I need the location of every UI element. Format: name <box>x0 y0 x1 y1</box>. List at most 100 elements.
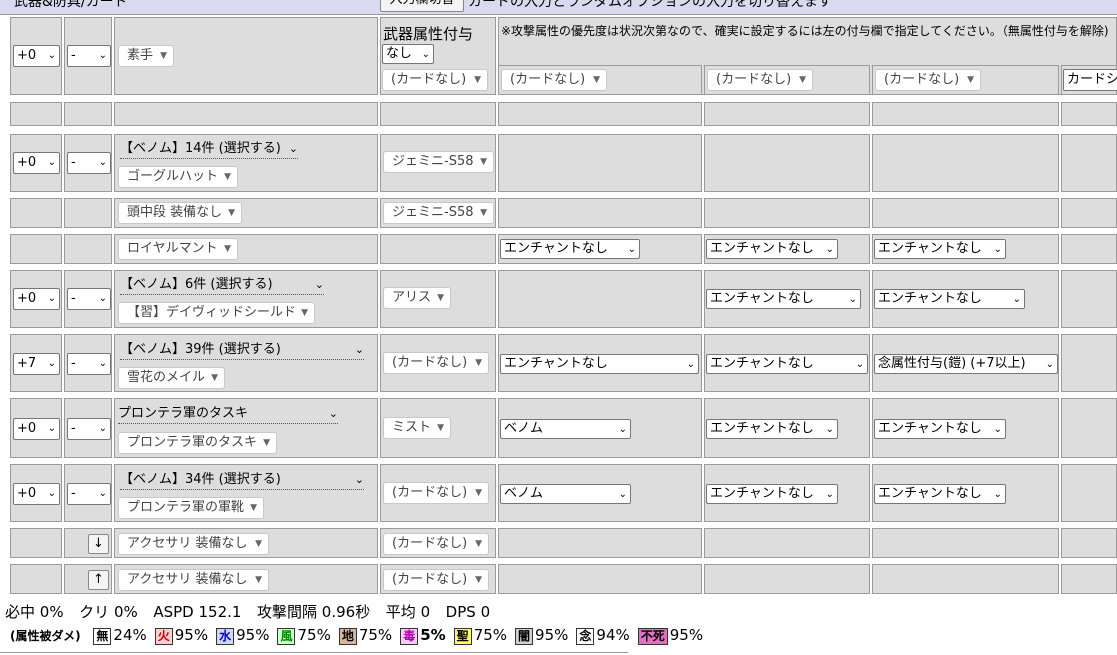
card-cell: (カードなし) ▼ <box>380 528 496 558</box>
accessory1-card-select[interactable]: (カードなし) ▼ <box>383 533 489 555</box>
shoes-refine-select[interactable]: +0 ⌄ <box>13 483 60 505</box>
chevron-down-icon: ⌄ <box>825 489 834 500</box>
chevron-down-icon: ▼ <box>250 503 257 513</box>
enchant-cell: エンチャントなし ⌄ <box>872 234 1059 264</box>
chevron-down-icon: ⌄ <box>47 423 56 434</box>
armor-set-select[interactable]: 【ベノム】39件 (選択する) ⌄ <box>120 341 364 360</box>
armor-enchant-select-2[interactable]: エンチャントなし ⌄ <box>706 354 868 374</box>
item-cell: 【ベノム】39件 (選択する) ⌄ 雪花のメイル ▼ <box>114 334 378 392</box>
chevron-down-icon: ⌄ <box>855 359 864 370</box>
element-resist-item: 地 75% <box>338 626 392 645</box>
avg-value: 0 <box>420 603 431 621</box>
accessory-garment-slot-select[interactable]: - ⌄ <box>67 418 111 440</box>
interval-value: 0.96秒 <box>321 603 371 621</box>
shoes-card-select[interactable]: (カードなし) ▼ <box>383 482 489 504</box>
armor-item-select[interactable]: 雪花のメイル ▼ <box>118 367 225 389</box>
weapon-element-label: 武器属性付与 <box>383 25 474 43</box>
shield-item-select[interactable]: 【習】デイヴィッドシールド ▼ <box>118 302 315 324</box>
tasuki-enchant-select-2[interactable]: エンチャントなし ⌄ <box>706 419 838 439</box>
enchant-cell <box>1061 528 1117 558</box>
card-cell: アリス ▼ <box>380 270 496 328</box>
avg-label: 平均 <box>385 603 416 621</box>
enchant-cell <box>704 134 870 192</box>
tasuki-set-select[interactable]: プロンテラ軍のタスキ ⌄ <box>118 405 338 424</box>
weapon-card-select-2[interactable]: (カードなし) ▼ <box>501 69 607 91</box>
dps-label: DPS <box>445 603 476 621</box>
element-value: 95% <box>535 626 569 644</box>
accessory1-item-select[interactable]: アクセサリ 装備なし ▼ <box>118 533 269 555</box>
enchant-cell <box>1061 398 1117 458</box>
tasuki-card-select[interactable]: ミスト ▼ <box>383 417 451 439</box>
element-badge: 水 <box>216 628 235 645</box>
armor-enchant-select-3[interactable]: 念属性付与(鎧) (+7以上) ⌄ <box>874 354 1058 374</box>
tasuki-item-select[interactable]: プロンテラ軍のタスキ ▼ <box>118 432 277 454</box>
element-value: 94% <box>596 626 630 644</box>
chevron-down-icon: ⌄ <box>993 244 1002 255</box>
arrow-down-button[interactable]: ↓ <box>88 534 109 554</box>
head-mid-item-select[interactable]: 頭中段 装備なし ▼ <box>118 202 242 224</box>
slot-cell <box>64 198 112 228</box>
shield-enchant-select-2[interactable]: エンチャントなし ⌄ <box>706 289 861 309</box>
slot-cell: ↑ <box>64 564 112 594</box>
weapon-select[interactable]: 素手 ▼ <box>118 45 174 67</box>
head-mid-card-select[interactable]: ジェミニ-S58 ▼ <box>383 202 494 224</box>
card-cell: ジェミニ-S58 ▼ <box>380 198 496 228</box>
armor-enchant-select-1[interactable]: エンチャントなし ⌄ <box>500 354 699 374</box>
toggle-input-button[interactable]: 入力欄切替 <box>380 0 464 12</box>
enchant-cell <box>1061 564 1117 594</box>
enchant-cell <box>498 528 702 558</box>
weapon-card-select-5[interactable]: カードシ <box>1063 69 1117 91</box>
weapon-card-select-4[interactable]: (カードなし) ▼ <box>875 69 981 91</box>
weapon-card-select-1[interactable]: (カードなし) ▼ <box>382 69 488 91</box>
refine-cell: +0 ⌄ <box>10 270 62 328</box>
chevron-down-icon: ⌄ <box>1045 359 1054 370</box>
garment-item-select[interactable]: ロイヤルマント ▼ <box>118 238 238 260</box>
shield-set-select[interactable]: 【ベノム】6件 (選択する) ⌄ <box>120 276 324 295</box>
armor-slot-select[interactable]: - ⌄ <box>67 353 111 375</box>
shoes-slot-select[interactable]: - ⌄ <box>67 483 111 505</box>
accessory2-item-select[interactable]: アクセサリ 装備なし ▼ <box>118 569 269 591</box>
tasuki-enchant-select-3[interactable]: エンチャントなし ⌄ <box>874 419 1006 439</box>
shoes-enchant-select-1[interactable]: ベノム ⌄ <box>500 484 631 504</box>
chevron-down-icon: ▼ <box>480 208 487 218</box>
arrow-up-button[interactable]: ↑ <box>88 570 109 590</box>
refine-cell <box>10 234 62 264</box>
accessory2-card-select[interactable]: (カードなし) ▼ <box>383 569 489 591</box>
head-top-item-select[interactable]: ゴーグルハット ▼ <box>118 166 238 188</box>
spacer-cell <box>380 102 496 126</box>
weapon-slot-select[interactable]: - ⌄ <box>67 45 111 67</box>
weapon-card-select-3[interactable]: (カードなし) ▼ <box>707 69 813 91</box>
shield-card-select[interactable]: アリス ▼ <box>383 287 451 309</box>
shield-enchant-select-3[interactable]: エンチャントなし ⌄ <box>874 289 1025 309</box>
shield-refine-select[interactable]: +0 ⌄ <box>13 288 60 310</box>
weapon-refine-select[interactable]: +0 ⌄ <box>13 45 60 67</box>
spacer-cell <box>64 102 112 126</box>
shoes-item-select[interactable]: プロンテラ軍の軍靴 ▼ <box>118 497 264 519</box>
chevron-down-icon: ▼ <box>480 157 487 167</box>
head-top-card-select[interactable]: ジェミニ-S58 ▼ <box>383 151 494 173</box>
garment-enchant-select-3[interactable]: エンチャントなし ⌄ <box>874 239 1006 259</box>
garment-enchant-select-2[interactable]: エンチャントなし ⌄ <box>706 239 838 259</box>
stats-bar: 必中 0% クリ 0% ASPD 152.1 攻撃間隔 0.96秒 平均 0 D… <box>5 601 490 622</box>
armor-card-select[interactable]: (カードなし) ▼ <box>383 352 489 374</box>
garment-enchant-select-1[interactable]: エンチャントなし ⌄ <box>500 239 640 259</box>
element-badge: 闇 <box>515 628 534 645</box>
element-resist-item: 水 95% <box>216 626 269 645</box>
chevron-down-icon: ▼ <box>255 539 262 549</box>
weapon-card-cell-3: (カードなし) ▼ <box>704 65 870 95</box>
head-top-set-select[interactable]: 【ベノム】14件 (選択する) ⌄ <box>120 140 298 159</box>
accessory-garment-refine-select[interactable]: +0 ⌄ <box>13 418 60 440</box>
enchant-cell: エンチャントなし ⌄ <box>704 398 870 458</box>
tasuki-enchant-select-1[interactable]: ベノム ⌄ <box>500 419 631 439</box>
refine-cell <box>10 528 62 558</box>
shield-slot-select[interactable]: - ⌄ <box>67 288 111 310</box>
card-cell: ジェミニ-S58 ▼ <box>380 134 496 192</box>
chevron-down-icon: ⌄ <box>993 489 1002 500</box>
shoes-set-select[interactable]: 【ベノム】34件 (選択する) ⌄ <box>120 471 364 490</box>
weapon-element-select[interactable]: なし ⌄ <box>382 44 434 64</box>
head-top-refine-select[interactable]: +0 ⌄ <box>13 152 60 174</box>
armor-refine-select[interactable]: +7 ⌄ <box>13 353 60 375</box>
head-top-slot-select[interactable]: - ⌄ <box>67 152 111 174</box>
shoes-enchant-select-3[interactable]: エンチャントなし ⌄ <box>874 484 1006 504</box>
shoes-enchant-select-2[interactable]: エンチャントなし ⌄ <box>706 484 838 504</box>
